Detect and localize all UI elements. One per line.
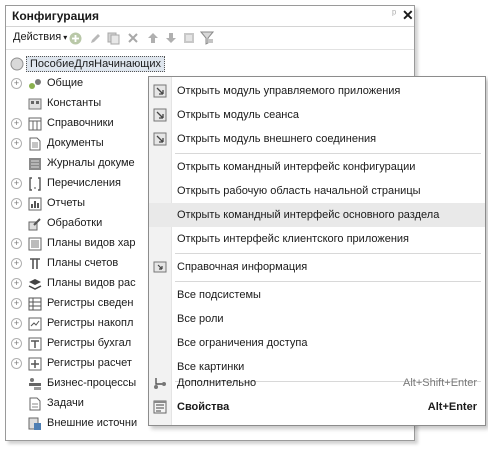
menu-item-label: Открыть рабочую область начальной страни… [177,185,421,197]
chart-types-icon [28,237,42,251]
add-icon[interactable] [68,31,82,45]
menu-item-label: Открыть командный интерфейс конфигурации [177,161,416,173]
menu-item-open-external-connection-module[interactable]: Открыть модуль внешнего соединения [149,127,485,151]
expand-icon[interactable]: + [11,118,22,129]
context-menu: Открыть модуль управляемого приложения О… [148,76,486,426]
external-sources-icon [28,417,42,431]
list-icon[interactable] [182,31,196,45]
expand-icon[interactable]: + [11,298,22,309]
tree-root-label: ПособиеДляНачинающих [26,56,165,72]
menu-item-all-subsystems[interactable]: Все подсистемы [149,283,485,307]
panel-titlebar: Конфигурация ᵖ ✕ [6,6,414,27]
menu-item-all-access-restrictions[interactable]: Все ограничения доступа [149,331,485,355]
menu-item-open-client-app-interface[interactable]: Открыть интерфейс клиентского приложения [149,227,485,251]
documents-icon [28,137,42,151]
expand-icon[interactable]: + [11,78,22,89]
calc-register-icon [28,357,42,371]
accum-register-icon [28,317,42,331]
processing-icon [28,217,42,231]
expand-icon[interactable]: + [11,258,22,269]
copy-icon[interactable] [106,31,120,45]
business-process-icon [28,377,42,391]
menu-item-open-managed-app-module[interactable]: Открыть модуль управляемого приложения [149,79,485,103]
menu-item-shortcut: Alt+Enter [427,401,477,413]
expand-icon[interactable]: + [11,318,22,329]
delete-icon[interactable] [126,31,140,45]
edit-icon[interactable] [88,31,102,45]
expand-icon[interactable]: + [11,238,22,249]
menu-item-help-info[interactable]: Справочная информация [149,255,485,279]
menu-item-open-session-module[interactable]: Открыть модуль сеанса [149,103,485,127]
calc-types-icon [28,277,42,291]
menu-item-label: Дополнительно [177,377,257,389]
module-icon [153,132,167,146]
menu-item-open-config-command-interface[interactable]: Открыть командный интерфейс конфигурации [149,155,485,179]
properties-icon [153,400,167,414]
enums-icon [28,177,42,191]
expand-icon[interactable]: + [11,138,22,149]
expand-icon[interactable]: + [11,278,22,289]
expand-icon[interactable]: + [11,358,22,369]
menu-item-label: Справочная информация [177,261,308,273]
move-up-icon[interactable] [146,31,160,45]
reports-icon [28,197,42,211]
module-icon [153,84,167,98]
move-down-icon[interactable] [164,31,178,45]
constants-icon [28,97,42,111]
tasks-icon [28,397,42,411]
panel-toolbar: Действия ▾ [6,27,414,50]
menu-item-label: Открыть командный интерфейс основного ра… [177,209,440,221]
panel-title: Конфигурация [12,9,100,23]
expand-icon[interactable]: + [11,178,22,189]
catalogs-icon [28,117,42,131]
menu-item-label: Свойства [177,401,230,413]
menu-item-label: Открыть интерфейс клиентского приложения [177,233,410,245]
close-icon[interactable]: ✕ [402,7,414,24]
menu-item-label: Все подсистемы [177,289,261,301]
additional-icon [153,376,167,390]
accounts-icon [28,257,42,271]
chevron-down-icon: ▾ [63,33,68,42]
help-icon [153,260,167,274]
menu-separator [175,253,481,254]
menu-item-label: Открыть модуль внешнего соединения [177,133,377,145]
menu-item-all-roles[interactable]: Все роли [149,307,485,331]
expand-icon[interactable]: + [11,338,22,349]
menu-separator [175,153,481,154]
menu-item-shortcut: Alt+Shift+Enter [403,377,477,389]
menu-item-label: Открыть модуль управляемого приложения [177,85,401,97]
menu-item-label: Открыть модуль сеанса [177,109,300,121]
expand-icon[interactable]: + [11,198,22,209]
filter-icon[interactable] [200,31,214,45]
actions-menu-button[interactable]: Действия ▾ [10,30,70,44]
journals-icon [28,157,42,171]
acct-register-icon [28,337,42,351]
menu-item-open-home-page-workspace[interactable]: Открыть рабочую область начальной страни… [149,179,485,203]
actions-label: Действия [13,31,62,43]
menu-item-open-main-section-command-interface[interactable]: Открыть командный интерфейс основного ра… [149,203,485,227]
menu-item-additional[interactable]: Дополнительно Alt+Shift+Enter [149,371,485,395]
pin-icon[interactable]: ᵖ [392,8,396,20]
configuration-root-icon [10,57,24,71]
menu-item-properties[interactable]: Свойства Alt+Enter [149,395,485,419]
tree-root[interactable]: ПособиеДляНачинающих [6,54,176,74]
common-icon [28,77,42,91]
menu-item-label: Все ограничения доступа [177,337,308,349]
menu-separator [175,281,481,282]
module-icon [153,108,167,122]
info-register-icon [28,297,42,311]
menu-item-label: Все роли [177,313,224,325]
